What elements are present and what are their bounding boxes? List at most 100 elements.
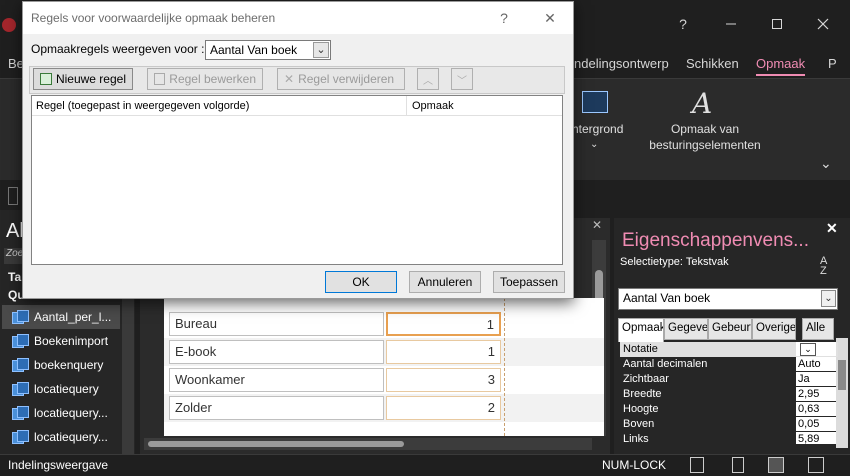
maximize-icon[interactable]	[754, 8, 800, 40]
property-row[interactable]: Hoogte 0,63	[620, 402, 838, 417]
nav-item-label: locatiequery...	[34, 430, 108, 444]
tab-p[interactable]: P	[828, 56, 837, 71]
property-value[interactable]: 5,89	[796, 432, 836, 444]
layout-view-icon[interactable]	[768, 457, 784, 473]
query-icon	[12, 334, 29, 348]
status-view-name: Indelingsweergave	[8, 458, 109, 472]
show-rules-label: Opmaakregels weergeven voor :	[31, 42, 205, 56]
property-sheet-close-icon[interactable]: ✕	[826, 220, 838, 237]
property-row[interactable]: Aantal decimalen Auto	[620, 357, 838, 372]
status-numlock: NUM-LOCK	[602, 458, 667, 472]
close-icon[interactable]	[800, 8, 846, 40]
report-label-woonkamer[interactable]: Woonkamer	[169, 368, 384, 392]
property-row[interactable]: Links 5,89	[620, 432, 838, 444]
property-row[interactable]: Zichtbaar Ja	[620, 372, 838, 387]
nav-item-label: locatiequery	[34, 382, 99, 396]
query-icon	[12, 382, 29, 396]
delete-rule-button[interactable]: ✕ Regel verwijderen	[277, 68, 405, 90]
ribbon-collapse-icon[interactable]: ⌄	[820, 155, 832, 172]
property-value[interactable]: 2,95	[796, 387, 836, 401]
cancel-button[interactable]: Annuleren	[409, 271, 481, 293]
nav-item-aantal-per-l[interactable]: Aantal_per_l...	[2, 305, 120, 329]
nav-item-boekenimport[interactable]: Boekenimport	[2, 329, 120, 353]
conditional-format-dialog: Regels voor voorwaardelijke opmaak beher…	[22, 1, 574, 299]
dialog-help-button[interactable]: ?	[489, 8, 519, 28]
guide-line	[504, 298, 505, 436]
move-down-button[interactable]: ﹀	[451, 68, 473, 90]
property-value[interactable]: 0,05	[796, 417, 836, 431]
tab-opmaak[interactable]: Opmaak	[756, 56, 806, 76]
report-label-bureau[interactable]: Bureau	[169, 312, 384, 336]
nav-item-label: boekenquery	[34, 358, 104, 372]
property-row[interactable]: Boven 0,05	[620, 417, 838, 432]
nav-item-locatiequery-2[interactable]: locatiequery...	[2, 401, 120, 425]
background-group-label[interactable]: chtergrond	[566, 121, 636, 137]
move-up-button[interactable]: ︿	[417, 68, 439, 90]
selection-type-label: Selectietype: Tekstvak	[620, 256, 729, 268]
report-hscrollbar[interactable]	[144, 438, 592, 450]
report-view-icon[interactable]	[690, 457, 704, 473]
chevron-down-icon[interactable]: ⌄	[821, 290, 836, 307]
chevron-up-icon: ︿	[423, 75, 433, 87]
control-format-label-1[interactable]: Opmaak van	[640, 121, 770, 137]
property-value[interactable]: 0,63	[796, 402, 836, 416]
query-icon	[12, 358, 29, 372]
selected-control-select[interactable]: Aantal Van boek	[618, 288, 838, 310]
nav-item-label: Boekenimport	[34, 334, 109, 348]
chevron-down-icon[interactable]: ⌄	[313, 42, 329, 58]
tab-opmaak-props[interactable]: Opmaak	[618, 318, 664, 342]
delete-rule-label: Regel verwijderen	[298, 72, 395, 86]
chevron-down-icon: ﹀	[457, 75, 467, 87]
column-divider	[406, 96, 407, 116]
property-key: Zichtbaar	[623, 373, 669, 385]
selection-type-key: Selectietype:	[620, 256, 683, 268]
chevron-down-icon: ⌄	[590, 139, 599, 150]
control-format-label-2[interactable]: besturingselementen	[640, 137, 770, 153]
apply-button[interactable]: Toepassen	[493, 271, 565, 293]
edit-rule-icon	[154, 73, 166, 85]
query-icon	[12, 430, 29, 444]
chevron-down-icon[interactable]: ⌄	[800, 343, 816, 356]
help-label: ?	[679, 16, 687, 32]
nav-section-tables[interactable]: Ta	[8, 270, 21, 284]
rules-list[interactable]: Regel (toegepast in weergegeven volgorde…	[31, 95, 563, 265]
print-preview-icon[interactable]	[732, 457, 744, 473]
tab-alle[interactable]: Alle	[802, 318, 834, 340]
tab-gebeurtenis[interactable]: Gebeurt	[708, 318, 752, 340]
property-key: Hoogte	[623, 403, 659, 415]
edit-rule-button[interactable]: Regel bewerken	[147, 68, 263, 90]
delete-icon: ✕	[284, 72, 295, 86]
property-row[interactable]: Breedte 2,95	[620, 387, 838, 402]
property-key: Breedte	[623, 388, 662, 400]
new-rule-button[interactable]: Nieuwe regel	[33, 68, 133, 90]
column-header-format[interactable]: Opmaak	[412, 100, 454, 112]
nav-item-label: Aantal_per_l...	[34, 310, 112, 324]
tab-schikken[interactable]: Schikken	[686, 56, 739, 71]
column-header-rule[interactable]: Regel (toegepast in weergegeven volgorde…	[36, 100, 249, 112]
close-report-icon[interactable]: ✕	[592, 218, 602, 232]
dialog-titlebar: Regels voor voorwaardelijke opmaak beher…	[23, 2, 573, 34]
nav-scrollbar[interactable]	[122, 298, 134, 454]
report-value-woonkamer[interactable]: 3	[386, 368, 501, 392]
nav-item-locatiequery[interactable]: locatiequery	[2, 377, 120, 401]
ribbon-help-button[interactable]: ?	[660, 8, 706, 40]
report-value-zolder[interactable]: 2	[386, 396, 501, 420]
property-value[interactable]: Auto	[796, 357, 836, 371]
ok-button[interactable]: OK	[325, 271, 397, 293]
tab-indelingsontwerp[interactable]: ndelingsontwerp	[574, 56, 669, 71]
nav-item-boekenquery[interactable]: boekenquery	[2, 353, 120, 377]
tab-overige[interactable]: Overige	[752, 318, 796, 340]
report-label-zolder[interactable]: Zolder	[169, 396, 384, 420]
report-label-ebook[interactable]: E-book	[169, 340, 384, 364]
nav-item-locatiequery-3[interactable]: locatiequery...	[2, 425, 120, 449]
tab-gegevens[interactable]: Gegever	[664, 318, 708, 340]
sort-az-icon[interactable]: AZ	[820, 256, 827, 277]
dialog-close-icon[interactable]: ✕	[535, 8, 565, 28]
report-value-bureau[interactable]: 1	[386, 312, 501, 336]
property-value[interactable]: Ja	[796, 372, 836, 386]
access-icon	[2, 18, 16, 32]
selection-type-value: Tekstvak	[685, 256, 729, 268]
report-value-ebook[interactable]: 1	[386, 340, 501, 364]
design-view-icon[interactable]	[808, 457, 824, 473]
minimize-icon[interactable]	[708, 8, 754, 40]
